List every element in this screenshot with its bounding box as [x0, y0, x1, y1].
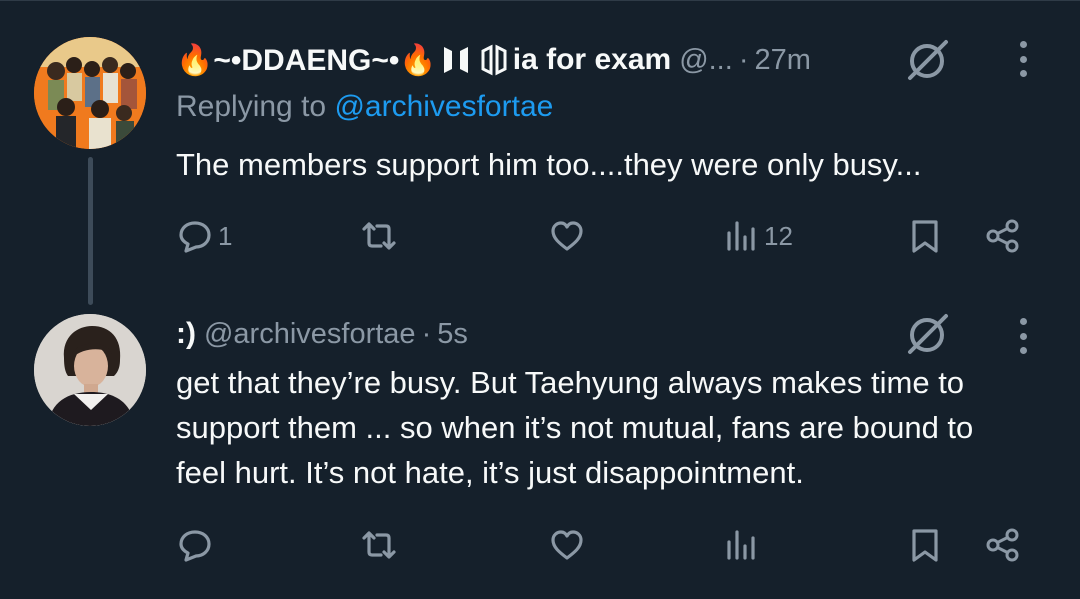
replying-to: Replying to @archivesfortae	[176, 90, 553, 124]
bookmark-button[interactable]	[906, 211, 944, 261]
replying-mention[interactable]: @archivesfortae	[334, 90, 553, 123]
share-icon	[986, 219, 1019, 253]
bookmark-button[interactable]	[906, 520, 944, 570]
display-name[interactable]: 🔥~•DDAENG~•🔥	[176, 43, 437, 78]
grok-icon[interactable]	[904, 308, 954, 358]
avatar[interactable]	[34, 37, 146, 149]
views-count: 12	[764, 220, 793, 251]
tweet-text: The members support him too....they were…	[176, 147, 922, 182]
like-icon	[551, 221, 583, 251]
tweet-header: :) @archivesfortae · 5s	[176, 312, 468, 356]
share-button[interactable]	[984, 211, 1022, 261]
views-button[interactable]: 12	[722, 211, 793, 261]
like-icon	[551, 530, 583, 560]
bookmark-icon	[912, 529, 938, 562]
tweet-text-line: support them ... so when it’s not mutual…	[176, 410, 974, 445]
tweet-text-line: get that they’re busy. But Taehyung alwa…	[176, 365, 965, 400]
bts-logo-icon	[441, 44, 471, 76]
more-options-icon[interactable]	[1012, 37, 1034, 81]
like-button[interactable]	[548, 211, 590, 261]
handle[interactable]: @archivesfortae	[204, 318, 416, 351]
handle[interactable]: @...	[679, 44, 733, 77]
tweet[interactable]: :) @archivesfortae · 5s get that they’re…	[0, 300, 1080, 599]
views-icon	[727, 530, 755, 560]
like-button[interactable]	[548, 520, 590, 570]
action-bar	[0, 520, 1080, 570]
reply-icon	[179, 530, 211, 562]
reply-icon	[179, 221, 211, 253]
reply-count: 1	[218, 220, 233, 251]
share-button[interactable]	[984, 520, 1022, 570]
views-button[interactable]	[722, 520, 764, 570]
replying-label: Replying to	[176, 90, 327, 123]
retweet-icon	[362, 531, 396, 559]
retweet-button[interactable]	[360, 211, 402, 261]
separator-dot: ·	[738, 43, 749, 76]
timestamp[interactable]: 27m	[754, 44, 810, 77]
avatar[interactable]	[34, 314, 146, 426]
action-bar: 1 12	[0, 211, 1080, 261]
retweet-button[interactable]	[360, 520, 402, 570]
reply-button[interactable]: 1	[176, 211, 232, 261]
timestamp[interactable]: 5s	[437, 318, 468, 351]
reply-button[interactable]	[176, 520, 218, 570]
tweet-header: 🔥~•DDAENG~•🔥 ia for exam @... · 27m	[176, 38, 811, 82]
separator-dot: ·	[421, 317, 432, 350]
tweet-text-line: feel hurt. It’s not hate, it’s just disa…	[176, 455, 804, 490]
tweet[interactable]: 🔥~•DDAENG~•🔥 ia for exam @... · 27m Repl…	[0, 0, 1080, 305]
more-options-icon[interactable]	[1012, 314, 1034, 358]
retweet-icon	[362, 222, 396, 250]
share-icon	[986, 528, 1019, 562]
army-logo-icon	[479, 44, 509, 76]
display-name-suffix[interactable]: ia for exam	[513, 43, 671, 77]
bookmark-icon	[912, 220, 938, 253]
tweet-text: get that they’re busy. But Taehyung alwa…	[176, 360, 1056, 495]
views-icon	[727, 221, 755, 251]
display-name[interactable]: :)	[176, 317, 196, 351]
grok-icon[interactable]	[904, 34, 954, 84]
